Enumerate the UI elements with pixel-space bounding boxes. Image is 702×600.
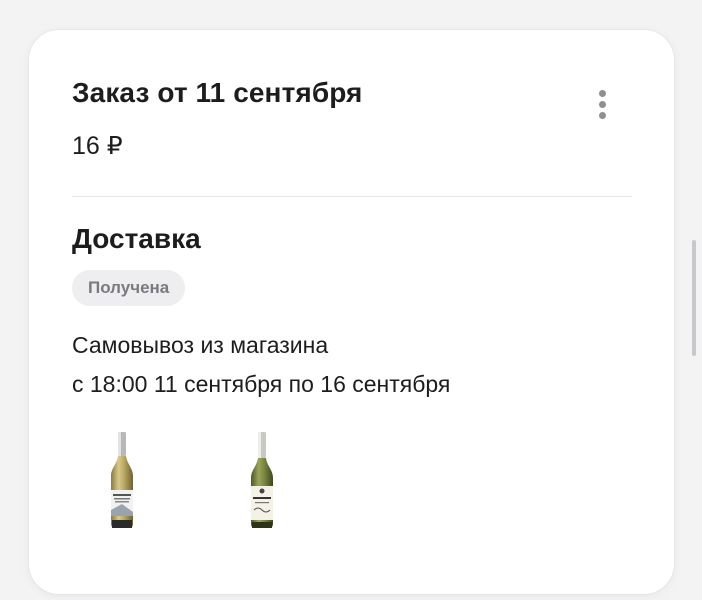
more-dot-icon: [598, 89, 606, 97]
order-title: Заказ от 11 сентября: [72, 77, 363, 108]
product-thumbnail[interactable]: [212, 425, 312, 535]
more-dot-icon: [598, 100, 606, 108]
delivery-title: Доставка: [72, 223, 201, 254]
order-price: 16 ₽: [72, 132, 123, 160]
wine-bottle-icon: [251, 432, 273, 528]
pickup-method: Самовывоз из магазина: [72, 332, 329, 358]
scrollbar[interactable]: [692, 240, 696, 356]
status-badge: Получена: [72, 270, 186, 306]
pickup-time-window: с 18:00 11 сентября по 16 сентября: [72, 371, 451, 397]
wine-bottle-icon: [111, 432, 133, 528]
product-thumbnail[interactable]: [72, 425, 172, 535]
order-card[interactable]: Заказ от 11 сентября 16 ₽ Доставка Получ…: [29, 30, 674, 594]
divider: [72, 196, 632, 197]
product-list: [72, 425, 312, 535]
more-dot-icon: [598, 111, 606, 119]
more-options-button[interactable]: [587, 84, 617, 124]
